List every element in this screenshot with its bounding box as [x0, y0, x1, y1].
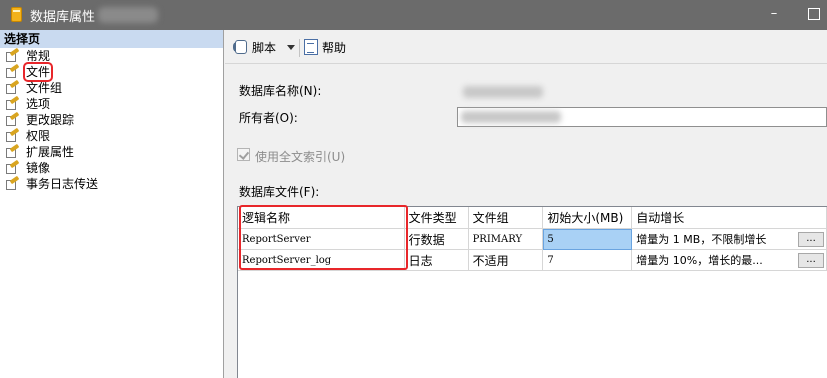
sidebar-item[interactable]: 权限 [0, 127, 223, 144]
toolbar-separator [299, 39, 300, 57]
autogrowth-text: 增量为 1 MB，不限制增长 [636, 233, 767, 246]
sidebar-item[interactable]: 文件 [0, 62, 223, 82]
autogrowth-edit-button[interactable]: ... [798, 232, 824, 247]
table-header-row: 逻辑名称 文件类型 文件组 初始大小(MB) 自动增长 [238, 207, 827, 229]
sidebar-item[interactable]: 事务日志传送 [0, 175, 223, 192]
files-page: 数据库名称(N): 所有者(O): 使用全文索引(U) 数据库文件(F): 逻辑… [225, 64, 827, 378]
sidebar-item[interactable]: 常规 [0, 47, 223, 64]
minimize-button[interactable]: – [768, 7, 780, 21]
table-row[interactable]: ReportServer 行数据 PRIMARY 5 增量为 1 MB，不限制增… [238, 228, 827, 250]
files-table: 逻辑名称 文件类型 文件组 初始大小(MB) 自动增长 ReportServer… [238, 207, 827, 271]
wrench-icon [6, 159, 20, 174]
sidebar-item-label: 更改跟踪 [26, 113, 75, 127]
autogrowth-text: 增量为 10%，增长的最... [636, 254, 763, 267]
fulltext-label: 使用全文索引(U) [255, 150, 346, 164]
wrench-icon [6, 127, 20, 142]
autogrowth-cell[interactable]: 增量为 10%，增长的最... ... [631, 249, 827, 271]
sidebar-item-label: 事务日志传送 [26, 177, 99, 191]
db-name-label: 数据库名称(N): [239, 84, 322, 98]
page-list: 常规 文件 文件组选项更改跟踪权限扩展属性镜像事务日志传送 [0, 47, 223, 192]
db-files-grid: 逻辑名称 文件类型 文件组 初始大小(MB) 自动增长 ReportServer… [237, 205, 827, 378]
wrench-icon [6, 79, 20, 94]
filegroup-cell[interactable]: PRIMARY [468, 228, 544, 250]
database-icon [11, 7, 22, 22]
chevron-down-icon[interactable] [287, 45, 295, 50]
column-header[interactable]: 逻辑名称 [238, 207, 405, 229]
column-header[interactable]: 文件组 [468, 207, 544, 229]
file-type-cell[interactable]: 日志 [404, 249, 469, 271]
help-icon [304, 39, 318, 55]
table-row[interactable]: ReportServer_log 日志 不适用 7 增量为 10%，增长的最..… [238, 249, 827, 271]
redacted-title-text [98, 7, 158, 23]
column-header[interactable]: 初始大小(MB) [542, 207, 633, 229]
sidebar-item-label: 权限 [26, 129, 51, 143]
sidebar-item-label: 扩展属性 [26, 145, 75, 159]
wrench-icon [6, 95, 20, 110]
sidebar-item[interactable]: 更改跟踪 [0, 111, 223, 128]
wrench-icon [6, 63, 20, 78]
db-name-value [463, 86, 543, 98]
sidebar-item-label: 文件 [22, 62, 54, 82]
sidebar-item-label: 文件组 [26, 81, 63, 95]
page-selector-panel: 选择页 常规 文件 文件组选项更改跟踪权限扩展属性镜像事务日志传送 [0, 30, 224, 378]
initial-size-cell[interactable]: 7 [542, 249, 633, 271]
file-type-cell[interactable]: 行数据 [404, 228, 469, 250]
fulltext-checkbox[interactable] [237, 148, 250, 161]
toolbar: 脚本 帮助 [225, 30, 827, 64]
logical-name-cell[interactable]: ReportServer_log [238, 249, 405, 271]
autogrowth-cell[interactable]: 增量为 1 MB，不限制增长 ... [631, 228, 827, 250]
wrench-icon [6, 111, 20, 126]
owner-value [461, 111, 561, 123]
sidebar-item[interactable]: 镜像 [0, 159, 223, 176]
sidebar-item-label: 镜像 [26, 161, 51, 175]
page-selector-header: 选择页 [0, 30, 223, 48]
column-header[interactable]: 文件类型 [404, 207, 469, 229]
sidebar-item[interactable]: 扩展属性 [0, 143, 223, 160]
column-header[interactable]: 自动增长 [631, 207, 827, 229]
wrench-icon [6, 175, 20, 190]
filegroup-cell[interactable]: 不适用 [468, 249, 544, 271]
script-button[interactable]: 脚本 [252, 39, 276, 57]
sidebar-item[interactable]: 文件组 [0, 79, 223, 96]
help-button[interactable]: 帮助 [322, 39, 346, 57]
wrench-icon [6, 143, 20, 158]
initial-size-cell[interactable]: 5 [542, 228, 633, 250]
owner-label: 所有者(O): [239, 111, 298, 125]
wrench-icon [6, 47, 20, 62]
sidebar-item-label: 选项 [26, 97, 51, 111]
sidebar-item-label: 常规 [26, 49, 51, 63]
script-icon [233, 39, 249, 55]
title-bar: 数据库属性 – [0, 0, 827, 30]
window-title: 数据库属性 [30, 10, 96, 25]
autogrowth-edit-button[interactable]: ... [798, 253, 824, 268]
db-files-label: 数据库文件(F): [239, 185, 320, 199]
logical-name-cell[interactable]: ReportServer [238, 228, 405, 250]
sidebar-item[interactable]: 选项 [0, 95, 223, 112]
maximize-button[interactable] [808, 8, 820, 20]
